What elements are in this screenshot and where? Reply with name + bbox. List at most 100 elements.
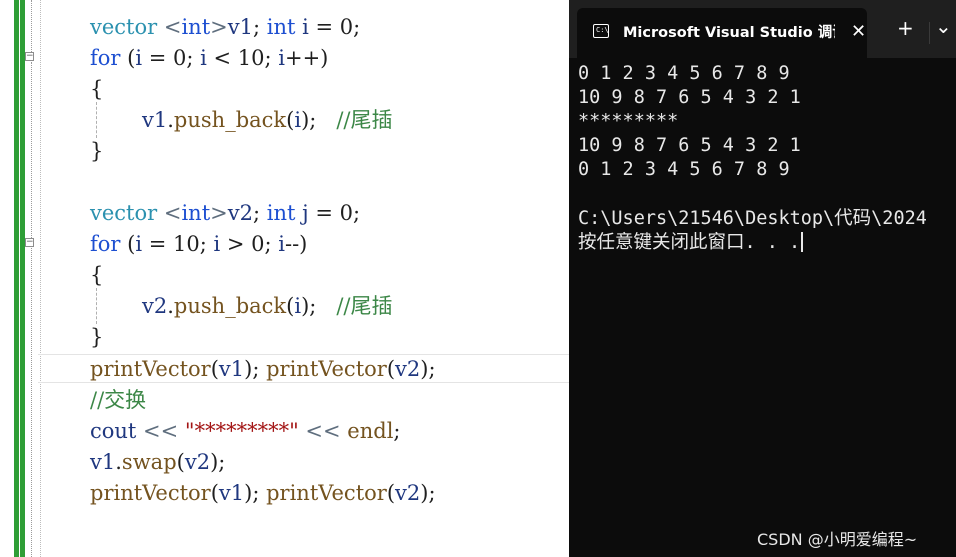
function-token: push_back bbox=[173, 108, 287, 132]
code-line[interactable]: { bbox=[90, 76, 103, 102]
variable-token: v2 bbox=[184, 450, 211, 474]
dropdown-icon[interactable]: ⌄ bbox=[935, 16, 952, 36]
token: ); bbox=[420, 357, 436, 381]
token: . bbox=[115, 450, 122, 474]
variable-token: v2 bbox=[395, 357, 421, 381]
close-icon[interactable]: ✕ bbox=[851, 22, 866, 42]
code-line[interactable]: v2.push_back(i); //尾插 bbox=[90, 293, 393, 319]
token: ; bbox=[253, 201, 267, 225]
console-output-line: 10 9 8 7 6 5 4 3 2 1 bbox=[578, 87, 801, 108]
token: ; bbox=[253, 15, 267, 39]
type-token: vector bbox=[90, 15, 158, 39]
keyword-token: int bbox=[181, 201, 211, 225]
variable-token: i bbox=[200, 46, 207, 70]
token: ); bbox=[244, 357, 267, 381]
fold-collapse-icon[interactable]: − bbox=[25, 52, 34, 61]
token: < bbox=[157, 15, 182, 39]
new-tab-icon[interactable]: + bbox=[897, 18, 914, 38]
code-line[interactable]: printVector(v1); printVector(v2); bbox=[90, 356, 436, 382]
console-tab[interactable]: C:\ Microsoft Visual Studio 调试控 ✕ bbox=[577, 8, 867, 58]
keyword-token: for bbox=[90, 46, 121, 70]
variable-token: cout bbox=[90, 419, 137, 443]
code-line[interactable]: cout << "*********" << endl; bbox=[90, 418, 401, 444]
console-title-bar: C:\ Microsoft Visual Studio 调试控 ✕ + ⌄ bbox=[569, 0, 956, 58]
string-token: "*********" bbox=[184, 419, 299, 443]
code-line[interactable]: for (i = 0; i < 10; i++) bbox=[90, 45, 328, 71]
function-token: swap bbox=[121, 450, 177, 474]
change-tracking-bar bbox=[14, 0, 19, 557]
variable-token: i bbox=[302, 15, 309, 39]
watermark: CSDN @小明爱编程~ bbox=[757, 530, 918, 549]
text-cursor bbox=[801, 232, 804, 252]
function-token: endl bbox=[347, 419, 394, 443]
token: ); bbox=[301, 108, 337, 132]
keyword-token: int bbox=[266, 15, 296, 39]
code-line[interactable]: } bbox=[90, 138, 103, 164]
variable-token: v2 bbox=[395, 481, 421, 505]
fold-collapse-icon[interactable]: − bbox=[25, 238, 34, 247]
variable-token: v1 bbox=[218, 357, 245, 381]
token: = 0; bbox=[142, 46, 201, 70]
keyword-token: for bbox=[90, 232, 121, 256]
variable-token: v1 bbox=[227, 15, 253, 39]
function-token: printVector bbox=[266, 357, 387, 381]
variable-token: v1 bbox=[142, 108, 168, 132]
close-brace: } bbox=[90, 325, 104, 349]
token: ); bbox=[420, 481, 436, 505]
token: ( bbox=[386, 481, 396, 505]
code-line[interactable]: vector <int>v2; int j = 0; bbox=[90, 200, 360, 226]
title-separator bbox=[929, 22, 930, 44]
token: ); bbox=[210, 450, 226, 474]
token: ++) bbox=[284, 46, 329, 70]
code-line[interactable]: { bbox=[90, 262, 103, 288]
token: ( bbox=[120, 46, 136, 70]
code-line[interactable]: } bbox=[90, 324, 103, 350]
token: ; bbox=[393, 419, 401, 443]
code-line[interactable]: //交换 bbox=[90, 387, 146, 413]
variable-token: v2 bbox=[227, 201, 253, 225]
code-editor[interactable]: − − vector <int>v1; int i = 0; for (i = … bbox=[0, 0, 570, 557]
keyword-token: int bbox=[181, 15, 211, 39]
token: = 0; bbox=[308, 201, 361, 225]
console-output-line: 0 1 2 3 4 5 6 7 8 9 bbox=[578, 63, 790, 84]
indent-guide bbox=[40, 0, 41, 557]
variable-token: v2 bbox=[142, 294, 168, 318]
open-brace: { bbox=[90, 263, 104, 287]
code-line[interactable]: printVector(v1); printVector(v2); bbox=[90, 480, 436, 506]
function-token: printVector bbox=[90, 481, 211, 505]
token: < bbox=[157, 201, 182, 225]
comment-token: //尾插 bbox=[336, 294, 393, 318]
operator-token: << bbox=[136, 419, 185, 443]
code-line[interactable]: for (i = 10; i > 0; i--) bbox=[90, 231, 307, 257]
code-line[interactable]: vector <int>v1; int i = 0; bbox=[90, 14, 360, 40]
console-output-line: 0 1 2 3 4 5 6 7 8 9 bbox=[578, 159, 790, 180]
token: < 10; bbox=[206, 46, 279, 70]
operator-token: << bbox=[298, 419, 348, 443]
code-line[interactable]: v1.push_back(i); //尾插 bbox=[90, 107, 393, 133]
token: > bbox=[210, 15, 228, 39]
token: ); bbox=[244, 481, 267, 505]
outline-line bbox=[31, 0, 33, 52]
token: = 0; bbox=[308, 15, 361, 39]
console-output-line: 10 9 8 7 6 5 4 3 2 1 bbox=[578, 135, 801, 156]
token: ( bbox=[210, 357, 219, 381]
code-line[interactable]: v1.swap(v2); bbox=[90, 449, 225, 475]
token: . bbox=[167, 108, 174, 132]
token: ( bbox=[120, 232, 136, 256]
token: ); bbox=[301, 294, 337, 318]
variable-token: v1 bbox=[218, 481, 245, 505]
keyword-token: int bbox=[266, 201, 296, 225]
comment-token: //交换 bbox=[90, 388, 147, 412]
token: ( bbox=[176, 450, 185, 474]
outline-line bbox=[31, 248, 33, 557]
terminal-icon-text: C:\ bbox=[596, 26, 609, 34]
console-output-line: ********* bbox=[578, 111, 679, 132]
variable-token: i bbox=[278, 232, 285, 256]
token: ( bbox=[386, 357, 396, 381]
terminal-icon: C:\ bbox=[593, 24, 609, 38]
comment-token: //尾插 bbox=[336, 108, 393, 132]
token: > 0; bbox=[220, 232, 279, 256]
variable-token: i bbox=[278, 46, 285, 70]
debug-console-window[interactable]: C:\ Microsoft Visual Studio 调试控 ✕ + ⌄ 0 … bbox=[569, 0, 956, 557]
function-token: push_back bbox=[173, 294, 287, 318]
